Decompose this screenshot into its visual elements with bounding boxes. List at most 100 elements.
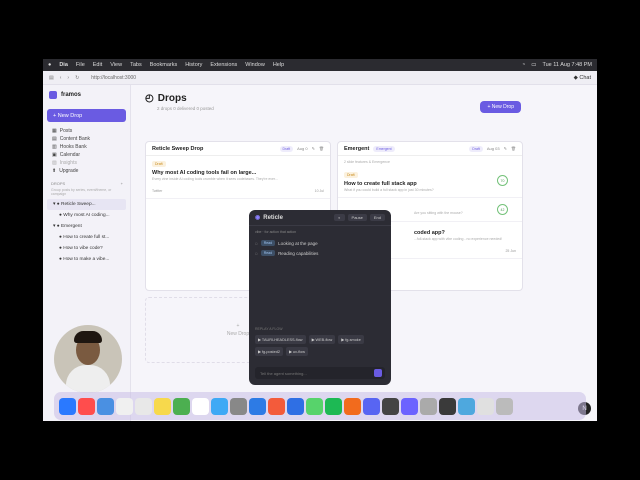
new-drop-label: New Drop — [57, 112, 83, 119]
battery-icon[interactable]: ▭ — [531, 62, 536, 68]
address-field[interactable]: http://localhost:3000 — [91, 75, 136, 81]
tree-item-emergent[interactable]: ▾ ● Emergent — [47, 221, 126, 232]
tree-item-why-most[interactable]: ● Why most AI coding... — [47, 210, 126, 221]
menu-window[interactable]: Window — [245, 62, 265, 68]
menu-extensions[interactable]: Extensions — [210, 62, 237, 68]
mic-icon[interactable]: ◐ — [334, 214, 345, 221]
dock-app-icon[interactable] — [135, 397, 152, 415]
dock-app-icon[interactable] — [382, 397, 399, 415]
flow-chip[interactable]: ▶ ux-flow — [285, 347, 308, 356]
sidebar-item-upgrade[interactable]: ⬆ Upgrade — [47, 167, 126, 175]
sidebar-item-content-bank[interactable]: ▤ Content Bank — [47, 135, 126, 143]
sidebar-item-hooks-bank[interactable]: ▥ Hooks Bank — [47, 143, 126, 151]
column-title[interactable]: Reticle Sweep Drop — [152, 146, 203, 152]
edit-icon[interactable]: ✎ — [312, 146, 315, 152]
menu-help[interactable]: Help — [273, 62, 284, 68]
insights-icon: ▨ — [52, 160, 57, 166]
step-badge: Read — [260, 250, 276, 256]
chat-button[interactable]: ◆ Chat — [574, 75, 591, 81]
app-menu[interactable]: Dia — [59, 62, 68, 68]
status-badge[interactable]: Draft — [469, 145, 483, 152]
page-title-text: Drops — [157, 93, 187, 104]
url-bar: ▤ ‹ › ↻ http://localhost:3000 ◆ Chat — [43, 71, 597, 85]
sidebar-toggle-icon[interactable]: ▤ — [49, 75, 54, 81]
dock-app-icon[interactable] — [496, 397, 513, 415]
dock-app-icon[interactable] — [439, 397, 456, 415]
dock-app-icon[interactable] — [306, 397, 323, 415]
status-badge[interactable]: Draft — [279, 145, 294, 152]
post-card[interactable]: Draft How to create full stack app What … — [338, 167, 522, 198]
column-pill: Emergent — [373, 145, 395, 152]
trash-icon[interactable]: 🗑 — [511, 146, 516, 152]
dock-app-icon[interactable] — [192, 397, 209, 415]
dock-app-icon[interactable] — [363, 397, 380, 415]
dock-app-icon[interactable] — [154, 397, 171, 415]
back-icon[interactable]: ‹ — [60, 75, 62, 81]
clock[interactable]: Tue 11 Aug 7:48 PM — [542, 62, 592, 68]
flow-chip[interactable]: ▶ fg-posted2 — [255, 347, 283, 356]
step-text: Looking at the page — [278, 240, 318, 246]
menu-edit[interactable]: Edit — [93, 62, 102, 68]
wifi-icon[interactable]: ◔ — [522, 62, 525, 68]
dock-app-icon[interactable] — [59, 397, 76, 415]
brand[interactable]: framos — [47, 91, 126, 99]
add-drop-icon[interactable]: + — [121, 181, 123, 186]
agent-input[interactable]: Tell the agent something... — [255, 367, 385, 379]
dock-app-icon[interactable] — [287, 397, 304, 415]
edit-icon[interactable]: ✎ — [504, 146, 507, 152]
calendar-icon: ▣ — [52, 152, 57, 158]
send-icon[interactable] — [374, 369, 382, 377]
dock-app-icon[interactable] — [344, 397, 361, 415]
pause-button[interactable]: Pause — [347, 214, 367, 221]
dock-app-icon[interactable] — [230, 397, 247, 415]
tree-item-make-vibe[interactable]: ● How to make a vibe... — [47, 254, 126, 265]
sidebar-item-posts[interactable]: ▦ Posts — [47, 127, 126, 135]
posts-icon: ▦ — [52, 128, 57, 134]
reload-icon[interactable]: ↻ — [75, 75, 79, 81]
card-date: 25 Jun — [505, 249, 516, 253]
flow-chip[interactable]: ▶ fg-smoke — [338, 335, 364, 344]
tree-item-label: Emergent — [60, 224, 82, 229]
menu-bookmarks[interactable]: Bookmarks — [150, 62, 178, 68]
dock-app-icon[interactable] — [458, 397, 475, 415]
column-title[interactable]: Emergent — [344, 146, 369, 152]
agent-title: Reticle — [263, 214, 283, 221]
dock-app-icon[interactable] — [477, 397, 494, 415]
dock-app-icon[interactable] — [420, 397, 437, 415]
menu-history[interactable]: History — [185, 62, 202, 68]
new-drop-button[interactable]: + New Drop — [47, 109, 126, 122]
forward-icon[interactable]: › — [67, 75, 69, 81]
tree-item-reticle[interactable]: ▾ ● Reticle Sweep... — [47, 199, 126, 210]
new-drop-header-button[interactable]: + New Drop — [480, 101, 521, 113]
dock-app-icon[interactable] — [325, 397, 342, 415]
card-desc: ...full-stack app with vibe coding - no … — [414, 237, 503, 241]
column-date: Aug 0 — [297, 145, 308, 151]
sidebar-item-label: Insights — [59, 160, 77, 166]
tree-item-label: Why most AI coding... — [63, 213, 110, 218]
dock-app-icon[interactable] — [268, 397, 285, 415]
end-button[interactable]: End — [369, 214, 385, 221]
dock-app-icon[interactable] — [211, 397, 228, 415]
menu-view[interactable]: View — [110, 62, 122, 68]
apple-icon[interactable]: ● — [48, 62, 51, 68]
agent-hint: vibe · for action that action — [255, 230, 297, 234]
menu-file[interactable]: File — [76, 62, 85, 68]
column-note: 2 slide features & Emergence — [344, 160, 390, 164]
dock-app-icon[interactable] — [97, 397, 114, 415]
dock-app-icon[interactable] — [78, 397, 95, 415]
upgrade-icon: ⬆ — [52, 168, 57, 174]
tree-item-full-stack[interactable]: ● How to create full st... — [47, 232, 126, 243]
sidebar-item-insights[interactable]: ▨ Insights — [47, 159, 126, 167]
post-card[interactable]: Draft Why most AI coding tools fail on l… — [146, 156, 330, 199]
dock-app-icon[interactable] — [173, 397, 190, 415]
agent-step: ◌ Read Reading capabilities — [249, 248, 391, 258]
menu-tabs[interactable]: Tabs — [130, 62, 142, 68]
tree-item-vibe-code[interactable]: ● How to vibe code? — [47, 243, 126, 254]
flow-chip[interactable]: ▶ WEB-flow — [308, 335, 336, 344]
dock-app-icon[interactable] — [401, 397, 418, 415]
trash-icon[interactable]: 🗑 — [319, 146, 324, 152]
dock-app-icon[interactable] — [249, 397, 266, 415]
dock-app-icon[interactable] — [116, 397, 133, 415]
sidebar-item-calendar[interactable]: ▣ Calendar — [47, 151, 126, 159]
flow-chip[interactable]: ▶ TAURI-HEADLESS-flow — [255, 335, 306, 344]
